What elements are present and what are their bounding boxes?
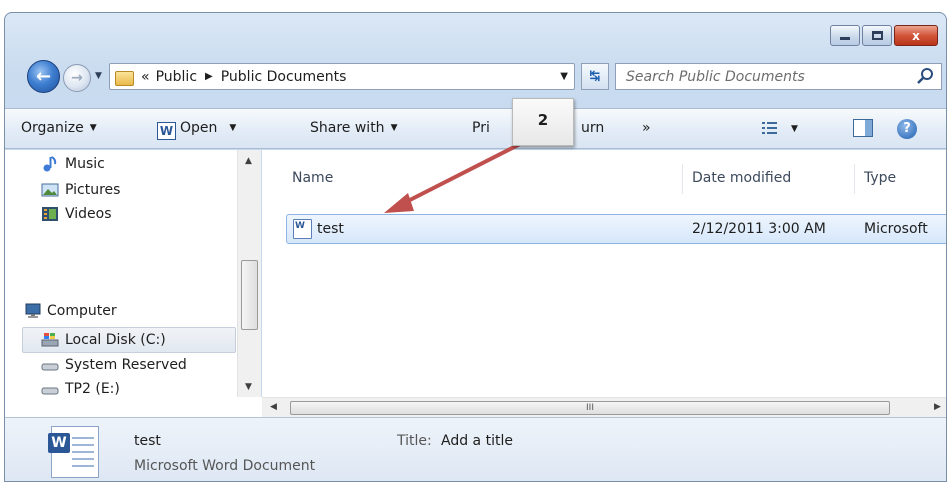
back-button[interactable]: ← xyxy=(27,60,60,93)
nav-item-tp2[interactable]: TP2 (E:) xyxy=(41,381,120,395)
chevron-down-icon: ▼ xyxy=(390,123,398,133)
command-bar: Organize ▼ W Open ▼ Share with ▼ Pri urn » ▼… xyxy=(5,108,946,149)
drive-icon xyxy=(41,363,59,371)
folder-icon xyxy=(115,69,134,86)
file-date-modified: 2/12/2011 3:00 AM xyxy=(692,221,826,237)
help-icon[interactable]: ? xyxy=(897,119,917,139)
nav-item-pictures[interactable]: Pictures xyxy=(41,182,120,198)
nav-item-computer[interactable]: Computer xyxy=(23,303,117,319)
share-with-label: Share with xyxy=(310,120,385,136)
chevron-down-icon[interactable]: ▼ xyxy=(229,123,236,133)
pictures-icon xyxy=(41,183,59,197)
horizontal-scrollbar[interactable]: ◀ III ▶ xyxy=(262,397,946,417)
nav-item-music[interactable]: Music xyxy=(41,156,105,172)
breadcrumb-public-documents[interactable]: Public Documents xyxy=(221,69,347,85)
share-with-button[interactable]: Share with ▼ xyxy=(310,120,397,136)
nav-item-label: TP2 (E:) xyxy=(65,381,120,395)
forward-arrow-icon: → xyxy=(71,70,83,86)
nav-item-label: Videos xyxy=(65,206,112,222)
address-overflow[interactable]: « xyxy=(141,69,150,85)
navigation-bar: ← → ▼ « Public ▶ Public Documents ▼ ↹ Se… xyxy=(5,59,946,95)
scroll-down-icon[interactable]: ▼ xyxy=(245,382,252,392)
burn-button[interactable]: urn xyxy=(581,120,604,136)
scroll-left-icon[interactable]: ◀ xyxy=(270,402,277,412)
refresh-button[interactable]: ↹ xyxy=(581,63,609,90)
organize-label: Organize xyxy=(21,120,84,136)
scroll-grip: III xyxy=(586,403,594,413)
address-dropdown-icon[interactable]: ▼ xyxy=(560,71,568,82)
computer-icon xyxy=(25,303,41,318)
column-divider[interactable] xyxy=(854,164,855,194)
search-input[interactable]: Search Public Documents xyxy=(615,63,942,90)
history-dropdown-icon[interactable]: ▼ xyxy=(95,71,102,81)
details-title-label: Title: xyxy=(397,433,432,449)
word-document-icon xyxy=(293,219,312,239)
minimize-icon xyxy=(840,37,850,40)
word-icon: W xyxy=(157,122,176,140)
refresh-icon: ↹ xyxy=(589,69,601,84)
view-dropdown-icon[interactable]: ▼ xyxy=(791,124,798,134)
scroll-thumb[interactable] xyxy=(241,260,258,330)
column-header-type[interactable]: Type xyxy=(864,170,896,186)
open-button[interactable]: W Open ▼ xyxy=(157,120,236,140)
nav-item-label: Music xyxy=(65,156,105,172)
open-label: Open xyxy=(180,120,218,136)
more-commands-button[interactable]: » xyxy=(642,120,651,136)
search-placeholder: Search Public Documents xyxy=(626,68,805,85)
organize-button[interactable]: Organize ▼ xyxy=(21,120,97,136)
explorer-window: x ← → ▼ « Public ▶ Public Documents ▼ ↹ … xyxy=(4,12,947,482)
nav-item-system-reserved[interactable]: System Reserved xyxy=(41,357,187,373)
nav-item-label: Computer xyxy=(47,303,117,319)
drive-icon xyxy=(41,387,59,395)
details-file-name: test xyxy=(134,433,161,449)
details-pane: W test Microsoft Word Document Title: Ad… xyxy=(5,417,946,481)
nav-item-label: Local Disk (C:) xyxy=(65,332,166,348)
address-bar[interactable]: « Public ▶ Public Documents ▼ xyxy=(109,63,575,90)
preview-pane-icon[interactable] xyxy=(853,119,873,137)
scroll-thumb[interactable]: III xyxy=(290,401,890,415)
music-icon xyxy=(43,156,57,172)
file-row[interactable]: test 2/12/2011 3:00 AM Microsoft xyxy=(286,214,946,244)
scroll-right-icon[interactable]: ▶ xyxy=(934,402,941,412)
file-type: Microsoft xyxy=(864,221,928,237)
local-disk-icon xyxy=(41,333,59,347)
back-arrow-icon: ← xyxy=(35,66,52,87)
word-badge: W xyxy=(48,433,70,453)
minimize-button[interactable] xyxy=(830,25,860,46)
navigation-pane: Music Pictures Videos Computer Local Dis… xyxy=(5,150,261,397)
close-button[interactable]: x xyxy=(894,25,938,46)
maximize-icon xyxy=(871,31,883,40)
nav-item-local-disk[interactable]: Local Disk (C:) xyxy=(22,327,236,353)
view-options-icon[interactable] xyxy=(762,121,778,135)
print-button[interactable]: Pri xyxy=(472,120,490,136)
navigation-scrollbar[interactable]: ▲ ▼ xyxy=(237,150,261,397)
details-file-type: Microsoft Word Document xyxy=(134,458,316,474)
nav-item-videos[interactable]: Videos xyxy=(41,206,112,222)
word-document-large-icon: W xyxy=(48,426,99,478)
forward-button[interactable]: → xyxy=(63,64,91,92)
details-title-value[interactable]: Add a title xyxy=(441,433,513,449)
file-list: Name Date modified Type test 2/12/2011 3… xyxy=(262,150,946,397)
nav-item-label: Pictures xyxy=(65,182,121,198)
videos-icon xyxy=(42,207,58,221)
scroll-up-icon[interactable]: ▲ xyxy=(245,156,252,166)
nav-pane-footer xyxy=(5,397,262,417)
step-callout: 2 xyxy=(512,98,574,146)
column-divider[interactable] xyxy=(682,164,683,194)
search-icon[interactable] xyxy=(916,67,934,85)
column-header-date-modified[interactable]: Date modified xyxy=(692,170,791,186)
maximize-button[interactable] xyxy=(862,25,892,46)
nav-item-label: System Reserved xyxy=(65,357,187,373)
column-header-name[interactable]: Name xyxy=(292,170,333,186)
chevron-down-icon: ▼ xyxy=(89,123,97,133)
breadcrumb-separator-icon[interactable]: ▶ xyxy=(205,71,213,82)
caption-buttons: x xyxy=(830,25,938,46)
breadcrumb-public[interactable]: Public xyxy=(156,69,197,85)
file-name[interactable]: test xyxy=(317,221,344,237)
